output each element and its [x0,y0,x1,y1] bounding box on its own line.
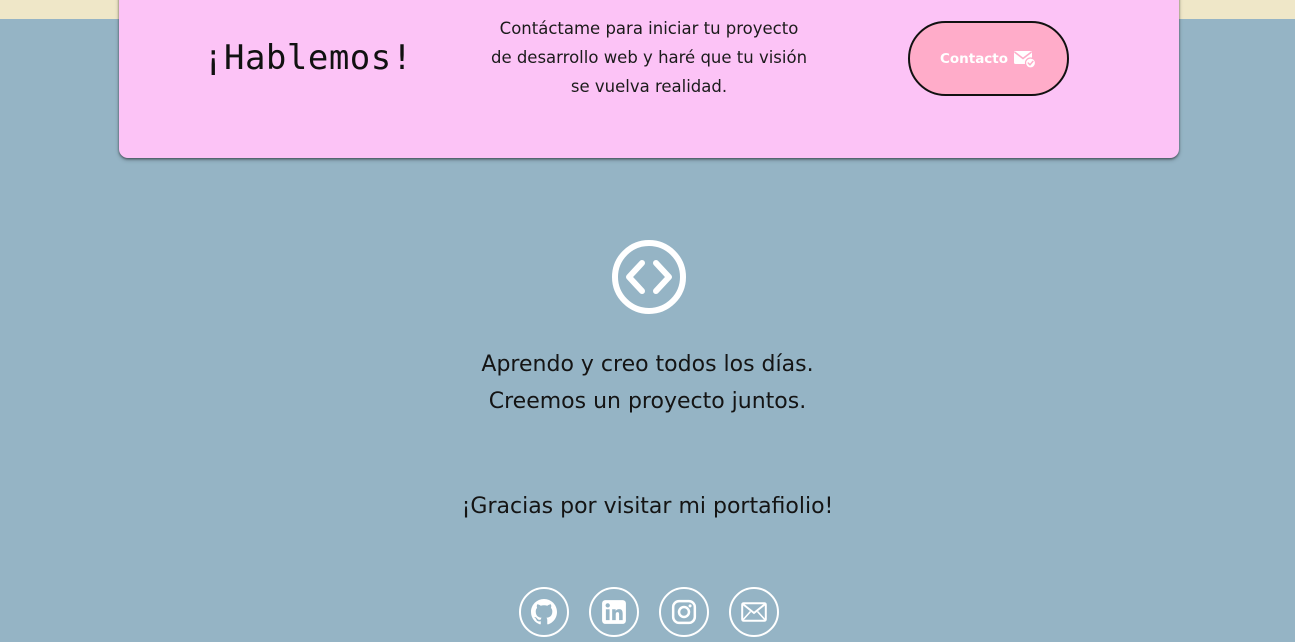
cta-title: ¡Hablemos! [203,38,413,78]
footer-thanks: ¡Gracias por visitar mi portafiolio! [461,494,834,519]
email-icon [741,601,767,623]
cta-description: Contáctame para iniciar tu proyecto de d… [490,19,808,96]
contact-button-label: Contacto [939,50,1009,67]
linkedin-link[interactable] [589,587,639,637]
instagram-icon [671,599,697,625]
contact-cta-card: ¡Hablemos! Contáctame para iniciar tu pr… [119,0,1179,158]
social-links [519,587,781,637]
github-icon [531,599,557,625]
contact-button[interactable]: Contacto [908,21,1069,96]
mail-check-icon [1013,49,1037,69]
email-link[interactable] [729,587,779,637]
code-icon [611,239,687,315]
footer-tagline-2: Creemos un proyecto juntos. [488,389,807,414]
github-link[interactable] [519,587,569,637]
footer-tagline-1: Aprendo y creo todos los días. [481,352,814,377]
instagram-link[interactable] [659,587,709,637]
linkedin-icon [601,599,627,625]
